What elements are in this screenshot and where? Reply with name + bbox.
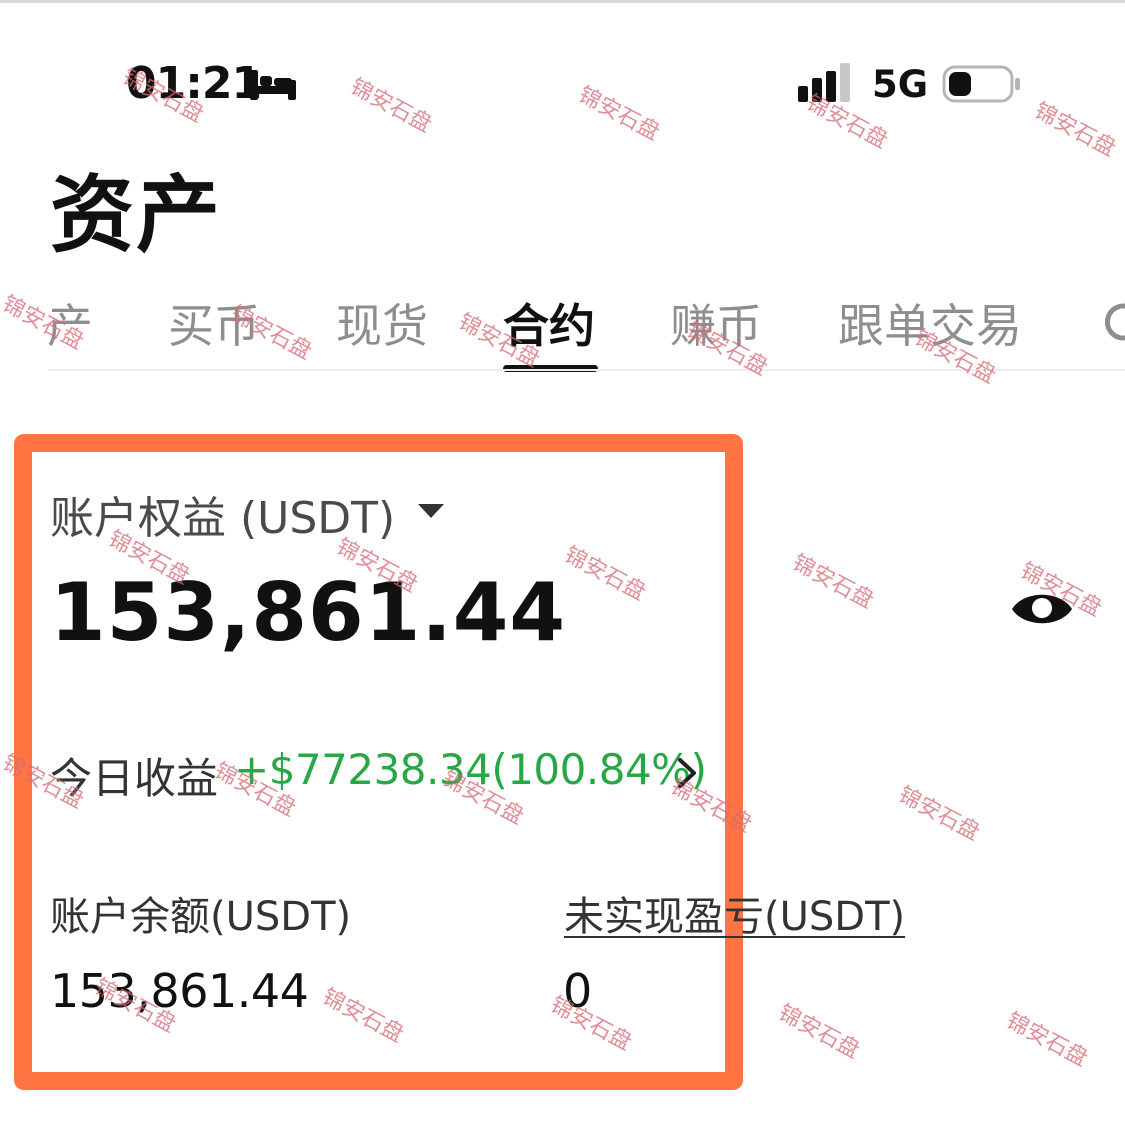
status-time: 01:21 <box>126 58 262 109</box>
tab-spot[interactable]: 现货 <box>336 290 428 356</box>
tab-futures[interactable]: 合约 <box>503 290 595 356</box>
asset-tabs: 产 买币 现货 合约 赚币 跟单交易 <box>0 290 1125 370</box>
equity-value: 153,861.44 <box>50 566 567 659</box>
tab-copy-trading[interactable]: 跟单交易 <box>838 290 1022 356</box>
equity-label[interactable]: 账户权益 (USDT) <box>50 482 395 546</box>
unrealized-pnl-label[interactable]: 未实现盈亏(USDT) <box>564 884 905 942</box>
today-pnl-value[interactable]: +$77238.34(100.84%) <box>234 745 707 794</box>
bed-icon <box>250 70 296 100</box>
tab-buy-crypto[interactable]: 买币 <box>168 290 260 356</box>
tab-overflow-partial[interactable] <box>1103 299 1125 345</box>
network-type: 5G <box>872 63 929 106</box>
watermark: 锦安石盘 <box>1030 98 1120 162</box>
top-edge-line <box>0 0 1125 3</box>
page-title: 资产 <box>50 166 223 264</box>
watermark: 锦安石盘 <box>574 82 664 146</box>
tab-assets-partial[interactable]: 产 <box>47 290 93 356</box>
caret-down-icon[interactable] <box>416 502 446 520</box>
signal-icon <box>798 63 850 102</box>
chevron-right-icon[interactable] <box>676 756 698 790</box>
watermark: 锦安石盘 <box>788 550 878 614</box>
eye-icon[interactable] <box>1010 584 1074 634</box>
unrealized-pnl-value: 0 <box>563 964 593 1018</box>
balance-value: 153,861.44 <box>50 964 309 1018</box>
today-pnl-label: 今日收益 <box>50 754 219 803</box>
balance-label: 账户余额(USDT) <box>50 894 352 940</box>
tab-earn[interactable]: 赚币 <box>670 290 762 356</box>
tabs-divider <box>48 369 1125 371</box>
watermark: 锦安石盘 <box>894 782 984 846</box>
watermark: 锦安石盘 <box>346 74 436 138</box>
battery-icon <box>942 65 1020 103</box>
watermark: 锦安石盘 <box>774 1000 864 1064</box>
watermark: 锦安石盘 <box>1002 1008 1092 1072</box>
